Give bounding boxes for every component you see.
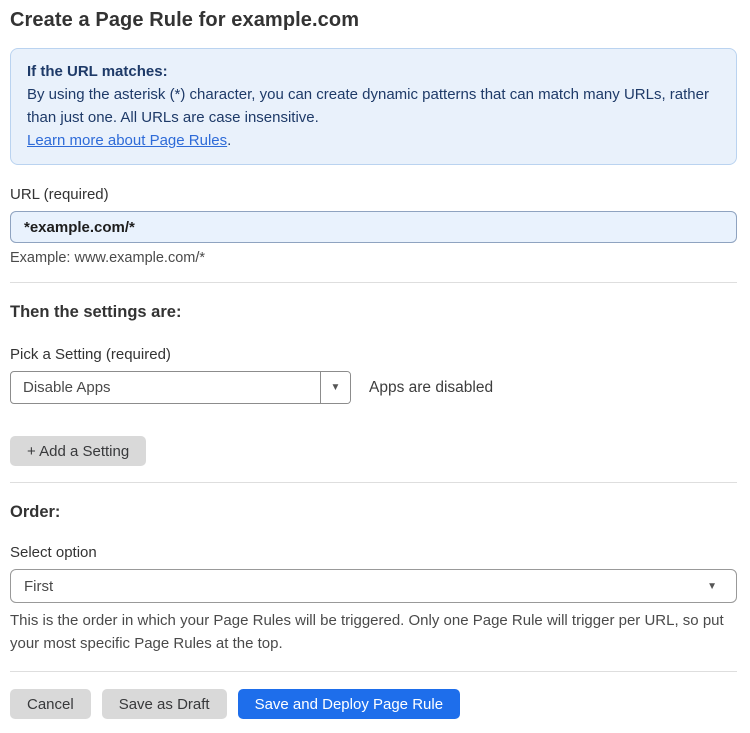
order-help-text: This is the order in which your Page Rul… <box>10 612 724 652</box>
info-box-body: By using the asterisk (*) character, you… <box>27 86 709 126</box>
setting-status-text: Apps are disabled <box>369 378 494 396</box>
order-select-label: Select option <box>10 544 97 561</box>
link-suffix: . <box>227 132 232 149</box>
learn-more-link[interactable]: Learn more about Page Rules <box>27 132 227 149</box>
save-as-draft-button[interactable]: Save as Draft <box>101 689 227 719</box>
url-field-hint: Example: www.example.com/* <box>10 250 206 266</box>
pick-setting-label: Pick a Setting (required) <box>10 346 171 363</box>
order-select[interactable]: First ▼ <box>10 569 737 603</box>
url-match-info-box: If the URL matches: By using the asteris… <box>10 48 737 165</box>
url-input[interactable] <box>10 211 737 243</box>
chevron-down-icon[interactable]: ▼ <box>320 372 350 403</box>
setting-select[interactable]: Disable Apps ▼ <box>10 371 351 404</box>
info-box-link-line: Learn more about Page Rules. <box>27 129 720 152</box>
setting-select-value: Disable Apps <box>23 379 111 396</box>
order-section-heading: Order: <box>10 503 61 521</box>
add-setting-button[interactable]: + Add a Setting <box>10 436 147 466</box>
url-field-label: URL (required) <box>10 186 109 203</box>
settings-section-heading: Then the settings are: <box>10 303 182 321</box>
info-box-heading: If the URL matches: <box>27 63 168 80</box>
footer-actions: Cancel Save as Draft Save and Deploy Pag… <box>10 689 737 719</box>
chevron-down-icon: ▼ <box>707 580 717 592</box>
page-title: Create a Page Rule for example.com <box>10 9 360 31</box>
divider <box>10 482 737 483</box>
setting-row: Disable Apps ▼ Apps are disabled <box>10 371 737 404</box>
cancel-button[interactable]: Cancel <box>10 689 91 719</box>
divider <box>10 671 737 672</box>
divider <box>10 282 737 283</box>
save-and-deploy-button[interactable]: Save and Deploy Page Rule <box>237 689 461 719</box>
order-select-value: First <box>24 577 54 595</box>
